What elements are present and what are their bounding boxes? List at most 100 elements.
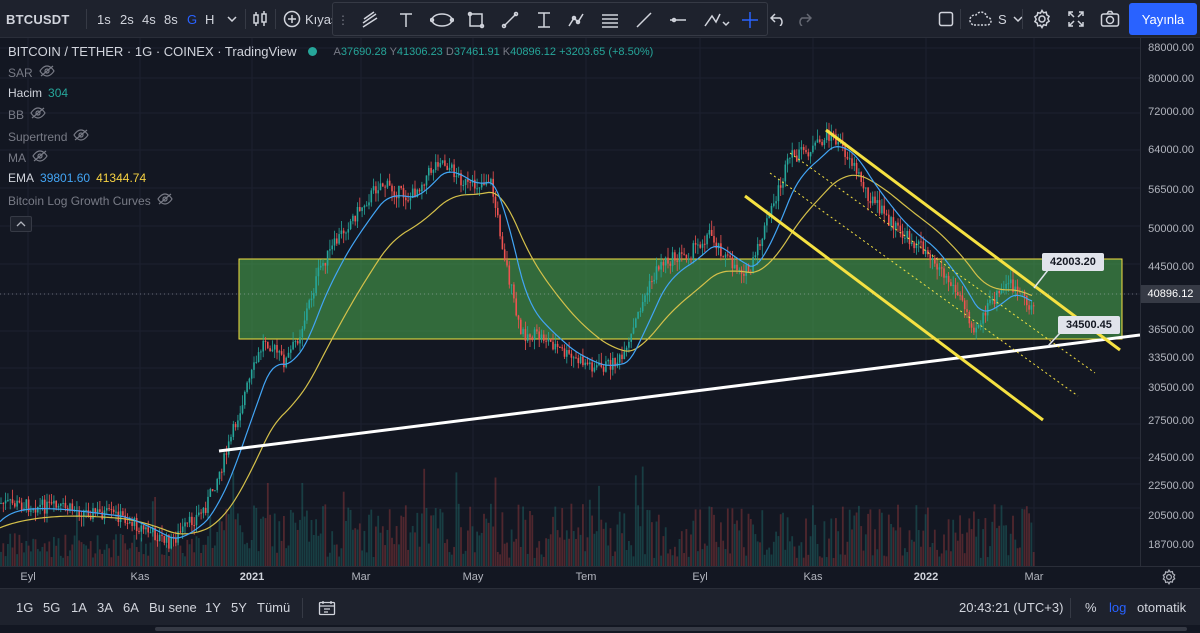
parallel-lines-icon[interactable] <box>599 1 621 39</box>
range-1d-button[interactable]: 1G <box>16 589 33 626</box>
ellipse-tool-icon[interactable] <box>429 1 455 39</box>
indicator-supertrend[interactable]: Supertrend <box>8 129 90 144</box>
trend-line-icon[interactable] <box>499 1 521 39</box>
upper-price-callout[interactable]: 42003.20 <box>1042 253 1104 271</box>
indicator-volume[interactable]: Hacim 304 <box>8 86 68 100</box>
candle-body <box>802 147 805 151</box>
range-1m-button[interactable]: 1A <box>71 589 87 626</box>
range-all-button[interactable]: Tümü <box>257 589 290 626</box>
layout-select-icon[interactable] <box>937 0 955 38</box>
candle-body <box>126 522 129 524</box>
price-chart[interactable] <box>0 38 1140 566</box>
candle-style-icon[interactable] <box>251 0 269 38</box>
interval-dropdown-chevron-icon[interactable] <box>225 0 239 38</box>
indicator-ma[interactable]: MA <box>8 150 48 165</box>
candle-body <box>340 230 343 235</box>
publish-button[interactable]: Yayınla <box>1129 3 1197 35</box>
log-scale-toggle[interactable]: log <box>1109 589 1126 626</box>
volume-bar <box>494 477 497 566</box>
redo-icon[interactable] <box>796 0 812 38</box>
interval-week-button[interactable]: H <box>205 0 214 38</box>
horizontal-line-icon[interactable] <box>667 1 689 39</box>
volume-bar <box>1023 509 1026 566</box>
interval-8s-button[interactable]: 8s <box>164 0 178 38</box>
chart-pane[interactable]: 42003.20 34500.45 <box>0 38 1140 566</box>
indicator-sar[interactable]: SAR <box>8 65 55 80</box>
lower-price-callout[interactable]: 34500.45 <box>1058 316 1120 334</box>
text-tool-icon[interactable] <box>395 1 417 39</box>
brush-tool-icon[interactable] <box>701 1 731 39</box>
volume-bar <box>519 546 522 566</box>
time-scale[interactable]: Eyl Kas 2021 Mar May Tem Eyl Kas 2022 Mar <box>0 566 1200 588</box>
volume-bar <box>119 533 122 566</box>
volume-bar <box>232 472 235 566</box>
range-6m-button[interactable]: 6A <box>123 589 139 626</box>
volume-bar <box>142 554 145 566</box>
candle-body <box>708 229 711 235</box>
candle-body <box>784 164 787 182</box>
indicator-ema[interactable]: EMA 39801.60 41344.74 <box>8 171 146 185</box>
eye-hidden-icon[interactable] <box>32 150 48 165</box>
indicator-bb[interactable]: BB <box>8 107 46 122</box>
candle-body <box>253 362 255 370</box>
rectangle-tool-icon[interactable] <box>465 1 487 39</box>
symbol-search-button[interactable]: BTCUSDT <box>6 0 70 38</box>
chart-settings-gear-icon[interactable] <box>1161 569 1177 590</box>
candle-body <box>448 167 451 171</box>
candle-body <box>556 343 559 347</box>
series-title[interactable]: BITCOIN / TETHER · 1G · COINEX · Trading… <box>8 44 296 59</box>
legend-collapse-button[interactable] <box>10 216 32 232</box>
price-tick-label: 72000.00 <box>1148 106 1194 119</box>
volume-bar <box>929 547 932 566</box>
bottom-scroll-thumb[interactable] <box>155 627 1187 631</box>
range-1y-button[interactable]: 1Y <box>205 589 221 626</box>
undo-icon[interactable] <box>770 0 786 38</box>
eye-hidden-icon[interactable] <box>38 65 55 80</box>
candle-body <box>536 329 538 332</box>
drag-handle-icon[interactable]: ⋮ <box>337 1 349 39</box>
candle-body <box>773 203 775 206</box>
clock-timezone[interactable]: 20:43:21 (UTC+3) <box>959 589 1063 626</box>
goto-date-calendar-icon[interactable] <box>318 589 336 626</box>
volume-bar <box>395 526 398 566</box>
fib-channel-icon[interactable] <box>359 1 381 39</box>
interval-2s-button[interactable]: 2s <box>120 0 134 38</box>
range-5d-button[interactable]: 5G <box>43 589 60 626</box>
volume-bar <box>296 529 299 566</box>
save-layout-button[interactable]: S <box>968 0 1023 38</box>
candle-body <box>736 264 738 271</box>
interval-1s-button[interactable]: 1s <box>97 0 111 38</box>
interval-4s-button[interactable]: 4s <box>142 0 156 38</box>
candle-body <box>269 348 271 352</box>
price-tick-label: 36500.00 <box>1148 324 1194 337</box>
volume-bar <box>968 518 971 566</box>
candle-body <box>156 540 159 542</box>
percent-scale-toggle[interactable]: % <box>1085 589 1097 626</box>
volume-bar <box>292 512 294 566</box>
crosshair-icon[interactable] <box>739 1 761 39</box>
ray-line-icon[interactable] <box>633 1 655 39</box>
candle-body <box>260 351 262 353</box>
path-tool-icon[interactable] <box>565 1 587 39</box>
eye-hidden-icon[interactable] <box>30 107 46 122</box>
settings-gear-icon[interactable] <box>1032 0 1052 38</box>
volume-bar <box>1021 508 1024 566</box>
eye-hidden-icon[interactable] <box>73 129 90 144</box>
indicator-log-growth[interactable]: Bitcoin Log Growth Curves <box>8 193 173 208</box>
range-ytd-button[interactable]: Bu sene <box>149 589 197 626</box>
volume-bar <box>423 468 426 566</box>
eye-hidden-icon[interactable] <box>157 193 173 208</box>
interval-day-button[interactable]: G <box>187 0 197 38</box>
range-5y-button[interactable]: 5Y <box>231 589 247 626</box>
candle-body <box>499 215 501 237</box>
camera-snapshot-icon[interactable] <box>1100 0 1120 38</box>
compare-button[interactable]: Kıyas <box>283 0 338 38</box>
volume-bar <box>763 554 766 566</box>
range-3m-button[interactable]: 3A <box>97 589 113 626</box>
auto-scale-toggle[interactable]: otomatik <box>1137 589 1186 626</box>
volume-bar <box>11 547 14 566</box>
volume-bar <box>253 505 255 566</box>
candle-body <box>917 241 920 245</box>
price-range-icon[interactable] <box>533 1 555 39</box>
fullscreen-icon[interactable] <box>1066 0 1086 38</box>
